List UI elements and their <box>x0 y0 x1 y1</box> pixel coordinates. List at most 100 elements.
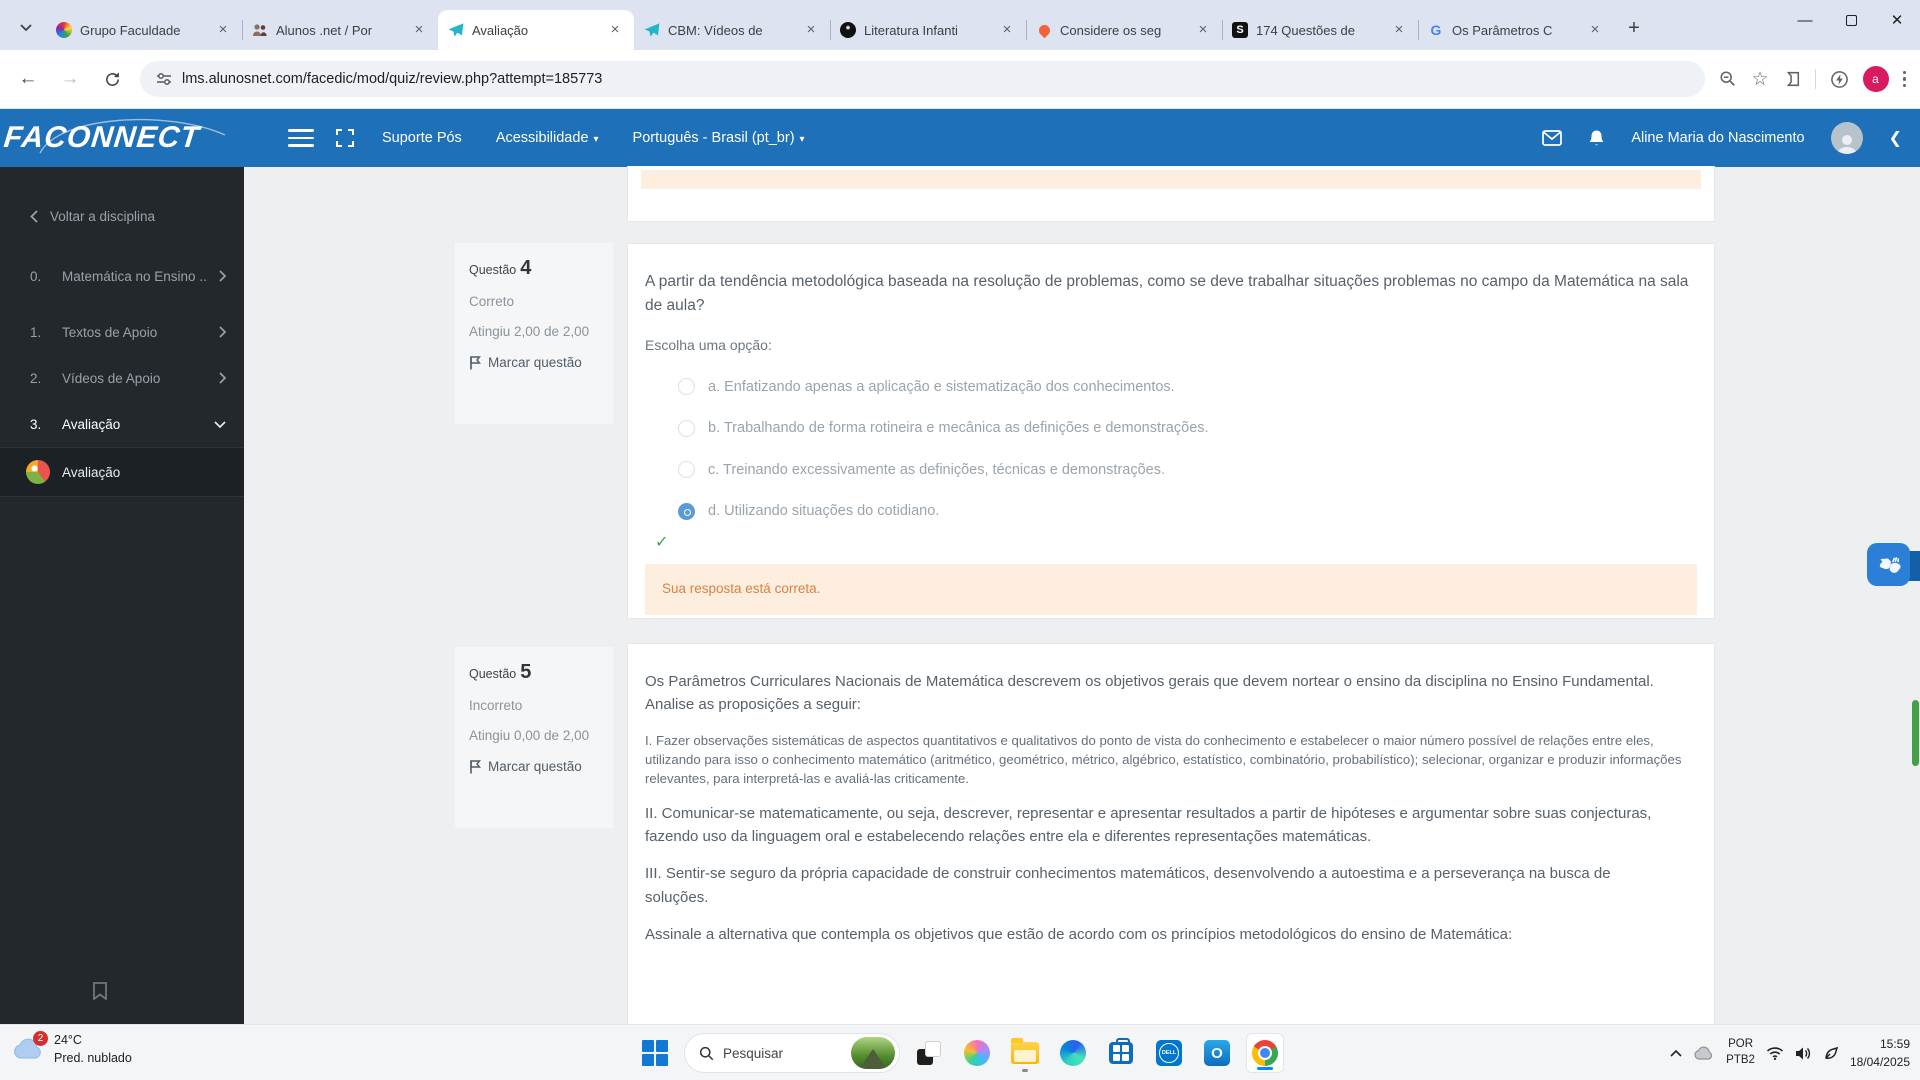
question5-closing: Assinale a alternativa que contempla os … <box>645 925 1513 943</box>
question5-intro: Os Parâmetros Curriculares Nacionais de … <box>645 673 1654 714</box>
file-explorer-button[interactable] <box>1006 1033 1044 1073</box>
tab-os-parametros[interactable]: G Os Parâmetros C × <box>1418 10 1614 50</box>
edge-button[interactable] <box>1054 1033 1092 1073</box>
tab-search-button[interactable] <box>12 14 40 42</box>
weather-widget[interactable]: 2 24°C Pred. nublado <box>12 1031 132 1067</box>
nav-suporte-pos[interactable]: Suporte Pós <box>382 130 462 146</box>
new-tab-button[interactable]: + <box>1620 14 1648 42</box>
chevron-right-icon <box>219 326 226 338</box>
dell-button[interactable]: DELL <box>1150 1033 1188 1073</box>
radio-icon[interactable] <box>678 378 695 396</box>
copilot-button[interactable] <box>958 1033 996 1073</box>
chrome-button-active[interactable] <box>1246 1033 1284 1073</box>
tab-cbm-videos[interactable]: CBM: Vídeos de × <box>634 10 830 50</box>
radio-icon[interactable] <box>678 461 695 479</box>
tab-avaliacao-active[interactable]: Avaliação × <box>438 10 634 50</box>
tab-close-icon[interactable]: × <box>1586 21 1604 39</box>
question-number: 4 <box>520 257 532 279</box>
sidebar-subitem-avaliacao[interactable]: Avaliação <box>0 447 244 497</box>
site-settings-icon[interactable] <box>156 71 172 87</box>
tray-chevron-up-icon[interactable] <box>1670 1049 1682 1057</box>
maximize-button[interactable] <box>1828 0 1874 40</box>
pen-icon[interactable] <box>1823 1045 1839 1061</box>
language-indicator[interactable]: POR PTB2 <box>1726 1037 1755 1068</box>
forward-icon[interactable]: → <box>56 65 84 93</box>
tab-considere[interactable]: Considere os seg × <box>1026 10 1222 50</box>
extension-lightning-icon[interactable] <box>1830 70 1849 89</box>
wifi-icon[interactable] <box>1766 1046 1784 1060</box>
address-bar[interactable]: lms.alunosnet.com/facedic/mod/quiz/revie… <box>140 61 1706 97</box>
profile-avatar[interactable]: a <box>1862 66 1889 92</box>
tab-174-questoes[interactable]: S 174 Questões de × <box>1222 10 1418 50</box>
zoom-icon[interactable] <box>1719 70 1737 88</box>
tab-close-icon[interactable]: × <box>998 21 1016 39</box>
url-text[interactable]: lms.alunosnet.com/facedic/mod/quiz/revie… <box>182 71 602 87</box>
sign-language-hands-icon[interactable] <box>1867 543 1910 586</box>
google-icon: G <box>1430 22 1442 38</box>
tab-close-icon[interactable]: × <box>1194 21 1212 39</box>
faconnect-logo[interactable]: FACONNECT <box>0 118 252 155</box>
bookmark-icon[interactable] <box>92 982 108 1000</box>
taskbar-search[interactable]: Pesquisar <box>684 1033 900 1073</box>
question-number: 5 <box>520 661 532 683</box>
collapse-drawer-icon[interactable]: ❮ <box>1889 128 1902 148</box>
people-icon <box>252 22 268 38</box>
close-button[interactable]: ✕ <box>1874 0 1920 40</box>
nav-language[interactable]: Português - Brasil (pt_br) ▾ <box>633 130 805 146</box>
option-d-selected[interactable]: d. Utilizando situações do cotidiano. <box>645 500 1697 522</box>
course-sidebar: Voltar a disciplina 0. Matemática no Ens… <box>0 167 244 1024</box>
scrollbar-thumb[interactable] <box>1912 700 1919 766</box>
option-a[interactable]: a. Enfatizando apenas a aplicação e sist… <box>645 376 1697 398</box>
sidebar-back-to-course[interactable]: Voltar a disciplina <box>0 193 244 239</box>
microsoft-store-button[interactable] <box>1102 1033 1140 1073</box>
user-name[interactable]: Aline Maria do Nascimento <box>1631 130 1804 146</box>
radio-icon[interactable] <box>678 419 695 437</box>
tab-close-icon[interactable]: × <box>802 21 820 39</box>
chrome-menu-icon[interactable] <box>1902 70 1906 88</box>
flag-question-button[interactable]: Marcar questão <box>469 759 599 774</box>
clock-date-value: 18/04/2025 <box>1849 1055 1910 1069</box>
outlook-button[interactable]: O <box>1198 1033 1236 1073</box>
volume-icon[interactable] <box>1795 1046 1812 1061</box>
sidebar-item-3-avaliacao[interactable]: 3. Avaliação <box>0 401 244 447</box>
mail-icon[interactable] <box>1542 130 1563 146</box>
tab-alunos-net[interactable]: Alunos .net / Por × <box>242 10 438 50</box>
sidebar-item-2-videos[interactable]: 2. Vídeos de Apoio <box>0 355 244 401</box>
option-c[interactable]: c. Treinando excessivamente as definiçõe… <box>645 459 1697 481</box>
chrome-icon <box>1252 1040 1278 1066</box>
tab-close-icon[interactable]: × <box>1390 21 1408 39</box>
option-b[interactable]: b. Trabalhando de forma rotineira e mecâ… <box>645 417 1697 439</box>
previous-feedback-strip <box>641 170 1701 189</box>
question5-proposition-2: II. Comunicar-se matematicamente, ou sej… <box>645 804 1652 846</box>
question-label: Questão <box>469 667 517 681</box>
radio-selected-icon[interactable] <box>678 502 695 520</box>
minimize-button[interactable]: — <box>1782 0 1828 40</box>
search-highlight-image[interactable] <box>851 1037 895 1069</box>
tab-literatura-infantil[interactable]: * Literatura Infanti × <box>830 10 1026 50</box>
bookmark-star-icon[interactable]: ☆ <box>1751 68 1768 91</box>
menu-icon[interactable] <box>288 129 314 147</box>
tab-close-icon[interactable]: × <box>410 21 428 39</box>
question5-proposition-3: III. Sentir-se seguro da própria capacid… <box>645 865 1611 906</box>
tab-grupo-faculdade[interactable]: Grupo Faculdade × <box>46 10 242 50</box>
fullscreen-icon[interactable] <box>336 129 354 147</box>
sidebar-item-1-textos[interactable]: 1. Textos de Apoio <box>0 309 244 355</box>
windows-start-button[interactable] <box>636 1033 674 1073</box>
question4-feedback: Sua resposta está correta. <box>645 564 1697 616</box>
flag-question-button[interactable]: Marcar questão <box>469 355 599 370</box>
notifications-bell-icon[interactable] <box>1588 129 1605 148</box>
user-avatar[interactable] <box>1830 122 1863 154</box>
tab-close-icon[interactable]: × <box>606 21 624 39</box>
chevron-right-icon <box>219 372 226 384</box>
nav-acessibilidade[interactable]: Acessibilidade ▾ <box>496 130 599 146</box>
onedrive-cloud-icon[interactable] <box>1693 1045 1715 1061</box>
tab-close-icon[interactable]: × <box>214 21 232 39</box>
running-indicator <box>1022 1069 1028 1072</box>
back-icon[interactable]: ← <box>14 65 42 93</box>
side-panel-icon[interactable] <box>1783 70 1801 88</box>
sidebar-item-0-matematica[interactable]: 0. Matemática no Ensino ... <box>0 253 244 299</box>
vlibras-widget[interactable] <box>1864 543 1920 589</box>
task-view-button[interactable] <box>910 1033 948 1073</box>
clock-date[interactable]: 15:59 18/04/2025 <box>1850 1035 1910 1071</box>
reload-icon[interactable] <box>98 65 126 93</box>
